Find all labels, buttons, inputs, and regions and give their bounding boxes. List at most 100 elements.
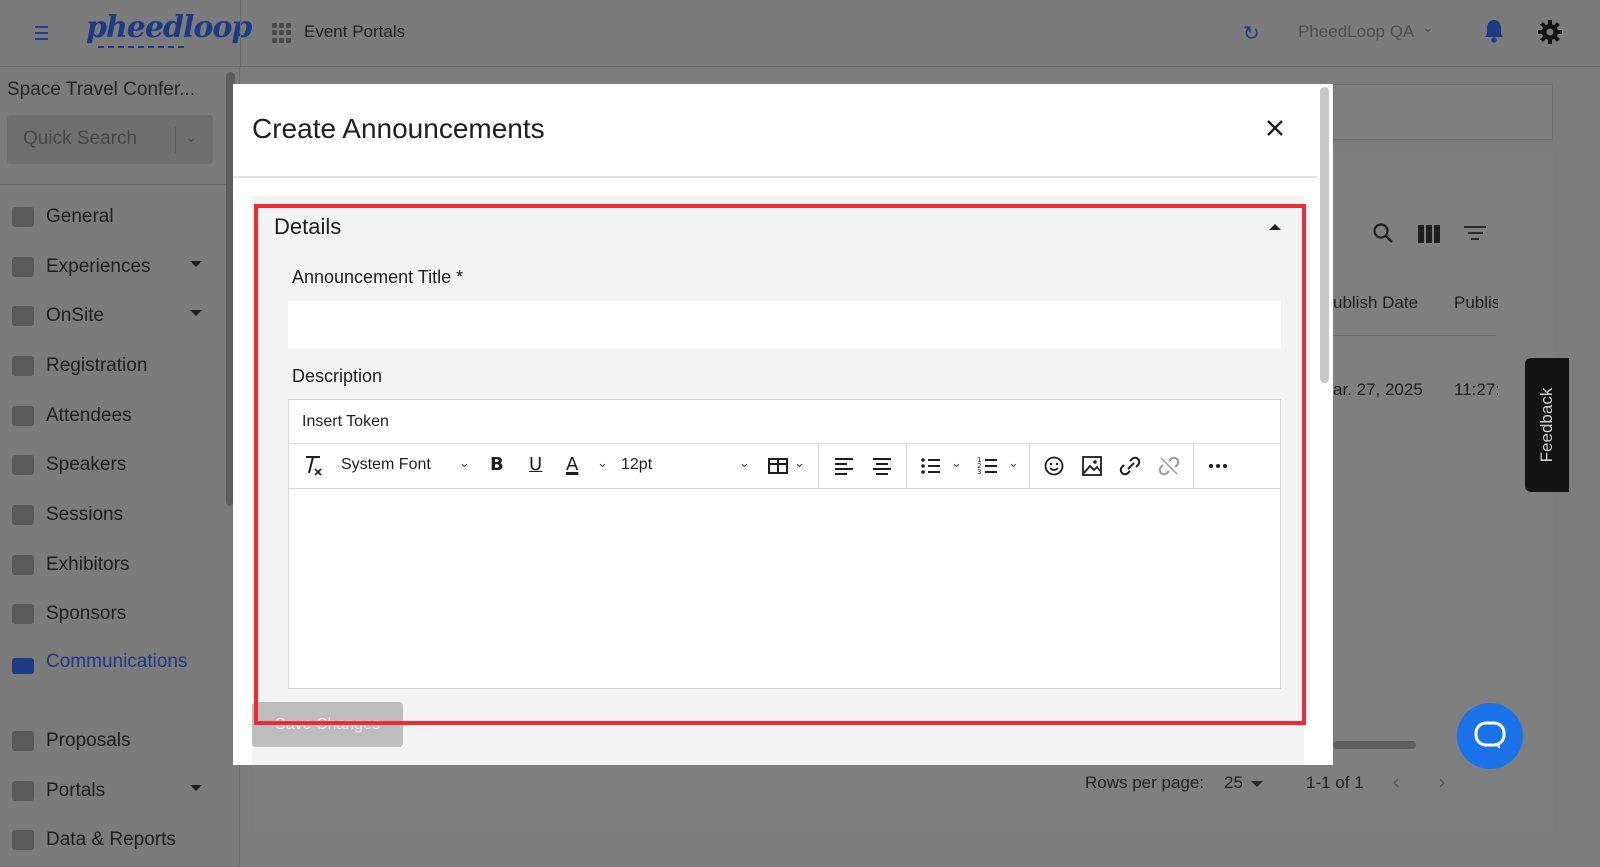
help-chat-button[interactable] bbox=[1457, 703, 1523, 769]
toolbar-divider bbox=[1029, 444, 1030, 488]
section-title[interactable]: Event Portals bbox=[304, 22, 405, 42]
align-left-icon[interactable] bbox=[833, 454, 855, 478]
sidebar-item-label: Registration bbox=[46, 355, 148, 376]
caret-up-icon[interactable] bbox=[1269, 224, 1281, 230]
chevron-down-icon[interactable]: ⌄ bbox=[951, 456, 962, 471]
announcement-title-label: Announcement Title * bbox=[292, 267, 464, 287]
chevron-down-icon[interactable]: ⌄ bbox=[794, 456, 805, 471]
underline-icon[interactable]: U bbox=[529, 454, 542, 478]
dialog-scrollbar[interactable] bbox=[1320, 87, 1329, 383]
caret-down-icon[interactable] bbox=[1251, 781, 1263, 787]
menu-icon[interactable] bbox=[30, 22, 54, 46]
unlink-icon[interactable] bbox=[1158, 454, 1180, 478]
background-card-header bbox=[1333, 84, 1553, 140]
bold-icon[interactable]: B bbox=[490, 454, 504, 478]
sidebar-item-label: Sessions bbox=[46, 504, 124, 525]
toolbar-divider bbox=[1193, 444, 1194, 488]
quick-search-input[interactable]: Quick Search ⌄ bbox=[7, 115, 213, 164]
table-icon[interactable] bbox=[767, 454, 789, 478]
app-logo[interactable]: pheedloop bbox=[86, 10, 252, 45]
details-section-title[interactable]: Details bbox=[274, 214, 341, 240]
font-family-select[interactable]: System Font bbox=[341, 456, 431, 474]
sidebar-divider bbox=[0, 184, 226, 185]
announcement-title-input[interactable] bbox=[288, 301, 1281, 349]
sidebar-item-experiences[interactable]: Experiences bbox=[0, 247, 225, 287]
speaker-icon bbox=[12, 455, 34, 475]
feedback-tab[interactable]: Feedback bbox=[1525, 358, 1569, 492]
chevron-down-icon[interactable]: ⌄ bbox=[1008, 456, 1019, 471]
insert-token-menu[interactable]: Insert Token bbox=[289, 400, 1280, 444]
laptop-icon bbox=[12, 505, 34, 525]
sidebar-item-portals[interactable]: Portals bbox=[0, 771, 225, 811]
table-cell-publish-date: ar. 27, 2025 bbox=[1333, 380, 1423, 399]
description-text-area[interactable] bbox=[289, 489, 1280, 688]
caret-down-icon[interactable] bbox=[190, 785, 202, 791]
text-color-icon[interactable]: A bbox=[566, 454, 578, 478]
mail-icon bbox=[12, 658, 34, 674]
svg-text:3: 3 bbox=[977, 468, 981, 476]
description-label: Description bbox=[292, 366, 383, 386]
apps-grid-icon[interactable] bbox=[272, 23, 292, 43]
sidebar-item-speakers[interactable]: Speakers bbox=[0, 445, 225, 485]
bell-icon[interactable] bbox=[1483, 18, 1505, 44]
align-center-icon[interactable] bbox=[871, 454, 893, 478]
save-changes-button[interactable]: Save Changes bbox=[252, 702, 403, 747]
image-icon[interactable] bbox=[1081, 454, 1103, 478]
dialog-header-divider bbox=[233, 176, 1317, 178]
column-header-publish-date[interactable]: ublish Date bbox=[1333, 293, 1418, 313]
organization-select[interactable]: PheedLoop QA bbox=[1298, 22, 1414, 42]
close-icon[interactable] bbox=[1264, 117, 1286, 139]
sidebar-item-proposals[interactable]: Proposals bbox=[0, 721, 225, 761]
font-size-select[interactable]: 12pt bbox=[621, 456, 652, 474]
next-page-button[interactable]: › bbox=[1438, 770, 1446, 794]
bullet-list-icon[interactable] bbox=[920, 454, 942, 478]
search-icon[interactable] bbox=[1372, 222, 1394, 244]
chevron-down-icon[interactable]: ⌄ bbox=[739, 456, 750, 471]
chevron-down-icon[interactable]: ⌄ bbox=[1422, 20, 1434, 36]
chevron-down-icon[interactable]: ⌄ bbox=[597, 456, 608, 471]
table-horizontal-scrollbar[interactable] bbox=[1333, 741, 1416, 749]
sidebar-item-label: Portals bbox=[46, 780, 106, 801]
sidebar-item-exhibitors[interactable]: Exhibitors bbox=[0, 545, 225, 585]
grid-icon bbox=[12, 207, 34, 227]
rows-per-page-select[interactable]: 25 bbox=[1224, 773, 1243, 793]
sidebar-item-onsite[interactable]: OnSite bbox=[0, 296, 225, 336]
clear-formatting-icon[interactable] bbox=[302, 454, 324, 478]
table-cell-publish-time: 11:27:3 bbox=[1454, 380, 1498, 399]
event-name: Space Travel Confer... bbox=[7, 79, 195, 100]
sidebar-item-label: Speakers bbox=[46, 454, 127, 475]
columns-icon[interactable] bbox=[1418, 225, 1440, 243]
sidebar-item-label: Proposals bbox=[46, 730, 131, 751]
more-options-icon[interactable] bbox=[1207, 454, 1229, 478]
chevron-down-icon[interactable]: ⌄ bbox=[459, 456, 470, 471]
chart-icon bbox=[12, 830, 34, 850]
emoji-icon[interactable] bbox=[1043, 454, 1065, 478]
caret-down-icon[interactable] bbox=[190, 261, 202, 267]
gear-icon[interactable] bbox=[1537, 19, 1563, 45]
sidebar-item-general[interactable]: General bbox=[0, 197, 225, 237]
chevron-down-icon[interactable]: ⌄ bbox=[185, 128, 198, 146]
caret-down-icon[interactable] bbox=[190, 310, 202, 316]
column-header-publish-time[interactable]: Publis bbox=[1454, 293, 1498, 313]
cart-icon bbox=[12, 356, 34, 376]
refresh-icon[interactable]: ↻ bbox=[1243, 21, 1260, 45]
link-icon[interactable] bbox=[1119, 454, 1141, 478]
sidebar-item-label: Communications bbox=[46, 651, 188, 672]
filter-icon[interactable] bbox=[1464, 226, 1486, 242]
sidebar-item-attendees[interactable]: Attendees bbox=[0, 396, 225, 436]
sidebar-item-sponsors[interactable]: Sponsors bbox=[0, 594, 225, 634]
sidebar-item-registration[interactable]: Registration bbox=[0, 346, 225, 386]
previous-page-button[interactable]: ‹ bbox=[1392, 770, 1400, 794]
sidebar-item-communications[interactable]: Communications bbox=[0, 644, 225, 704]
create-announcement-dialog: Create Announcements Details Announcemen… bbox=[233, 84, 1333, 765]
quick-search-placeholder: Quick Search bbox=[23, 128, 138, 149]
toolbar-divider bbox=[906, 444, 907, 488]
feedback-label: Feedback bbox=[1537, 387, 1556, 463]
numbered-list-icon[interactable]: 123 bbox=[977, 454, 999, 478]
sidebar-item-label: Sponsors bbox=[46, 603, 127, 624]
logo-underline bbox=[98, 46, 184, 48]
sidebar-item-sessions[interactable]: Sessions bbox=[0, 495, 225, 535]
sidebar-item-data-reports[interactable]: Data & Reports bbox=[0, 820, 225, 860]
document-icon bbox=[12, 731, 34, 751]
sidebar-item-label: OnSite bbox=[46, 305, 105, 326]
